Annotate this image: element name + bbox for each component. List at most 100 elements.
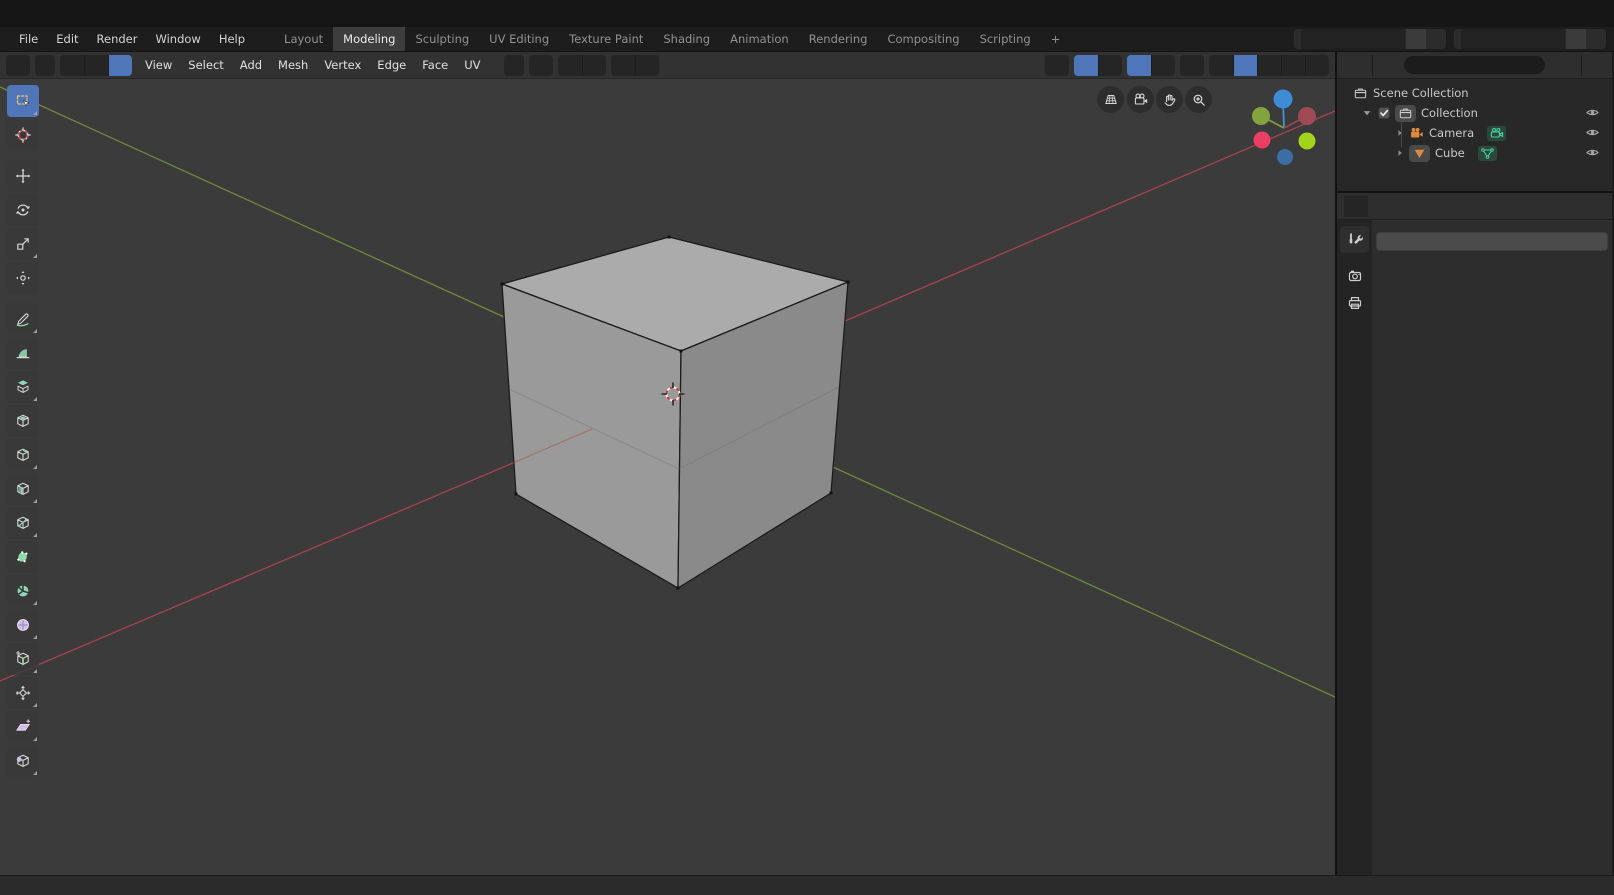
tool-shrink-fatten[interactable] (7, 677, 39, 709)
menu-file[interactable]: File (10, 27, 47, 51)
view-layer-copy-button[interactable] (1565, 29, 1586, 49)
zoom-view-button[interactable] (1185, 86, 1212, 113)
shading-rendered-button[interactable] (1281, 54, 1305, 76)
workspace-tab-animation[interactable]: Animation (720, 27, 799, 51)
proportional-edit-toggle[interactable] (610, 54, 635, 76)
snap-toggle-button[interactable] (557, 54, 582, 76)
search-input[interactable] (1414, 59, 1484, 71)
pivot-point-dropdown[interactable] (528, 54, 553, 76)
tool-cursor[interactable] (7, 119, 39, 151)
properties-tab-output[interactable] (1337, 289, 1372, 316)
gizmo-x-negative[interactable] (1253, 131, 1271, 149)
properties-tab-tool[interactable] (1340, 226, 1369, 253)
tool-measure[interactable] (7, 337, 39, 369)
workspace-tab-shading[interactable]: Shading (653, 27, 720, 51)
tool-extrude[interactable] (7, 371, 39, 403)
minimize-button[interactable] (1476, 0, 1522, 27)
pan-view-button[interactable] (1156, 86, 1183, 113)
viewport-menu-face[interactable]: Face (414, 58, 456, 72)
eye-icon[interactable] (1585, 125, 1600, 140)
camera-view-button[interactable] (1127, 86, 1154, 113)
object-visibility-dropdown[interactable] (1045, 54, 1069, 76)
scene-copy-button[interactable] (1405, 29, 1426, 49)
workspace-tab-sculpting[interactable]: Sculpting (405, 27, 479, 51)
transform-orientation-dropdown[interactable] (503, 54, 524, 76)
gizmo-z-negative[interactable] (1277, 149, 1293, 165)
viewport-menu-add[interactable]: Add (232, 58, 270, 72)
viewport-menu-view[interactable]: View (137, 58, 180, 72)
collection-checkbox[interactable] (1377, 106, 1391, 120)
tool-bevel[interactable] (7, 439, 39, 471)
tool-inset[interactable] (7, 405, 39, 437)
new-collection-button[interactable] (1581, 54, 1605, 76)
workspace-tab-rendering[interactable]: Rendering (799, 27, 878, 51)
mesh-data-icon[interactable] (1476, 144, 1498, 162)
menu-window[interactable]: Window (146, 27, 209, 51)
viewport-menu-mesh[interactable]: Mesh (270, 58, 316, 72)
viewport-menu-uv[interactable]: UV (456, 58, 488, 72)
gizmos-dropdown[interactable] (1098, 54, 1122, 76)
tool-scale[interactable] (7, 228, 39, 260)
tool-transform[interactable] (7, 262, 39, 294)
gizmos-toggle[interactable] (1074, 54, 1098, 76)
gizmo-y-negative[interactable] (1298, 132, 1316, 150)
tool-edgeslide[interactable] (7, 643, 39, 675)
xray-toggle[interactable] (1180, 54, 1204, 76)
workspace-tab-compositing[interactable]: Compositing (877, 27, 969, 51)
menu-edit[interactable]: Edit (47, 27, 87, 51)
proportional-falloff-dropdown[interactable] (634, 54, 659, 76)
snap-settings-dropdown[interactable] (581, 54, 606, 76)
maximize-button[interactable] (1522, 0, 1568, 27)
view-layer-type-button[interactable] (1454, 29, 1461, 49)
outliner-row-scene-collection[interactable]: Scene Collection (1337, 83, 1612, 103)
expander-right-icon[interactable] (1395, 148, 1405, 158)
scene-name-field[interactable] (1301, 29, 1405, 49)
tool-rotate[interactable] (7, 194, 39, 226)
tool-spin[interactable] (7, 575, 39, 607)
tool-knife[interactable] (7, 507, 39, 539)
outliner-row-collection[interactable]: Collection (1337, 103, 1612, 123)
outliner-search[interactable] (1404, 56, 1545, 74)
mode-dropdown[interactable] (35, 54, 55, 76)
expander-down-icon[interactable] (1361, 107, 1373, 119)
overlays-dropdown[interactable] (1151, 54, 1175, 76)
outliner-row-camera[interactable]: Camera (1337, 123, 1612, 143)
outliner-display-mode-button[interactable] (1372, 54, 1396, 76)
workspace-tab-texture-paint[interactable]: Texture Paint (559, 27, 653, 51)
overlays-toggle[interactable] (1127, 54, 1151, 76)
workspace-tab-scripting[interactable]: Scripting (970, 27, 1041, 51)
viewport-menu-vertex[interactable]: Vertex (316, 58, 369, 72)
tool-move[interactable] (7, 160, 39, 192)
viewport-menu-edge[interactable]: Edge (369, 58, 414, 72)
gizmo-z-axis[interactable] (1273, 89, 1293, 109)
scene-unlink-button[interactable] (1426, 29, 1446, 49)
gizmo-y-axis[interactable] (1252, 107, 1270, 125)
camera-data-icon[interactable] (1486, 124, 1508, 142)
view-layer-name-field[interactable] (1461, 29, 1565, 49)
editor-type-button[interactable] (6, 54, 30, 76)
shading-material-button[interactable] (1257, 54, 1281, 76)
select-mode-edge-button[interactable] (84, 54, 108, 76)
expander-right-icon[interactable] (1395, 128, 1405, 138)
menu-help[interactable]: Help (210, 27, 254, 51)
shading-solid-button[interactable] (1233, 54, 1257, 76)
eye-icon[interactable] (1585, 105, 1600, 120)
add-modifier-button[interactable] (1376, 232, 1608, 251)
outliner-editor-type-button[interactable] (1344, 55, 1368, 76)
eye-icon[interactable] (1585, 145, 1600, 160)
viewport-canvas[interactable] (0, 79, 1335, 875)
properties-tab-render[interactable] (1337, 262, 1372, 289)
tool-loopcut[interactable] (7, 473, 39, 505)
outliner-row-cube[interactable]: Cube (1337, 143, 1612, 163)
properties-editor-type-button[interactable] (1344, 195, 1368, 217)
tool-polybuild[interactable] (7, 541, 39, 573)
tool-rip-region[interactable] (7, 745, 39, 777)
workspace-tab-uv-editing[interactable]: UV Editing (479, 27, 559, 51)
tool-smooth[interactable] (7, 609, 39, 641)
select-mode-vertex-button[interactable] (60, 54, 84, 76)
workspace-tab-modeling[interactable]: Modeling (333, 27, 406, 51)
outliner-filter-button[interactable] (1553, 55, 1577, 76)
view-layer-remove-button[interactable] (1586, 29, 1606, 49)
scene-type-button[interactable] (1294, 29, 1301, 49)
cube-mesh[interactable] (501, 236, 849, 589)
